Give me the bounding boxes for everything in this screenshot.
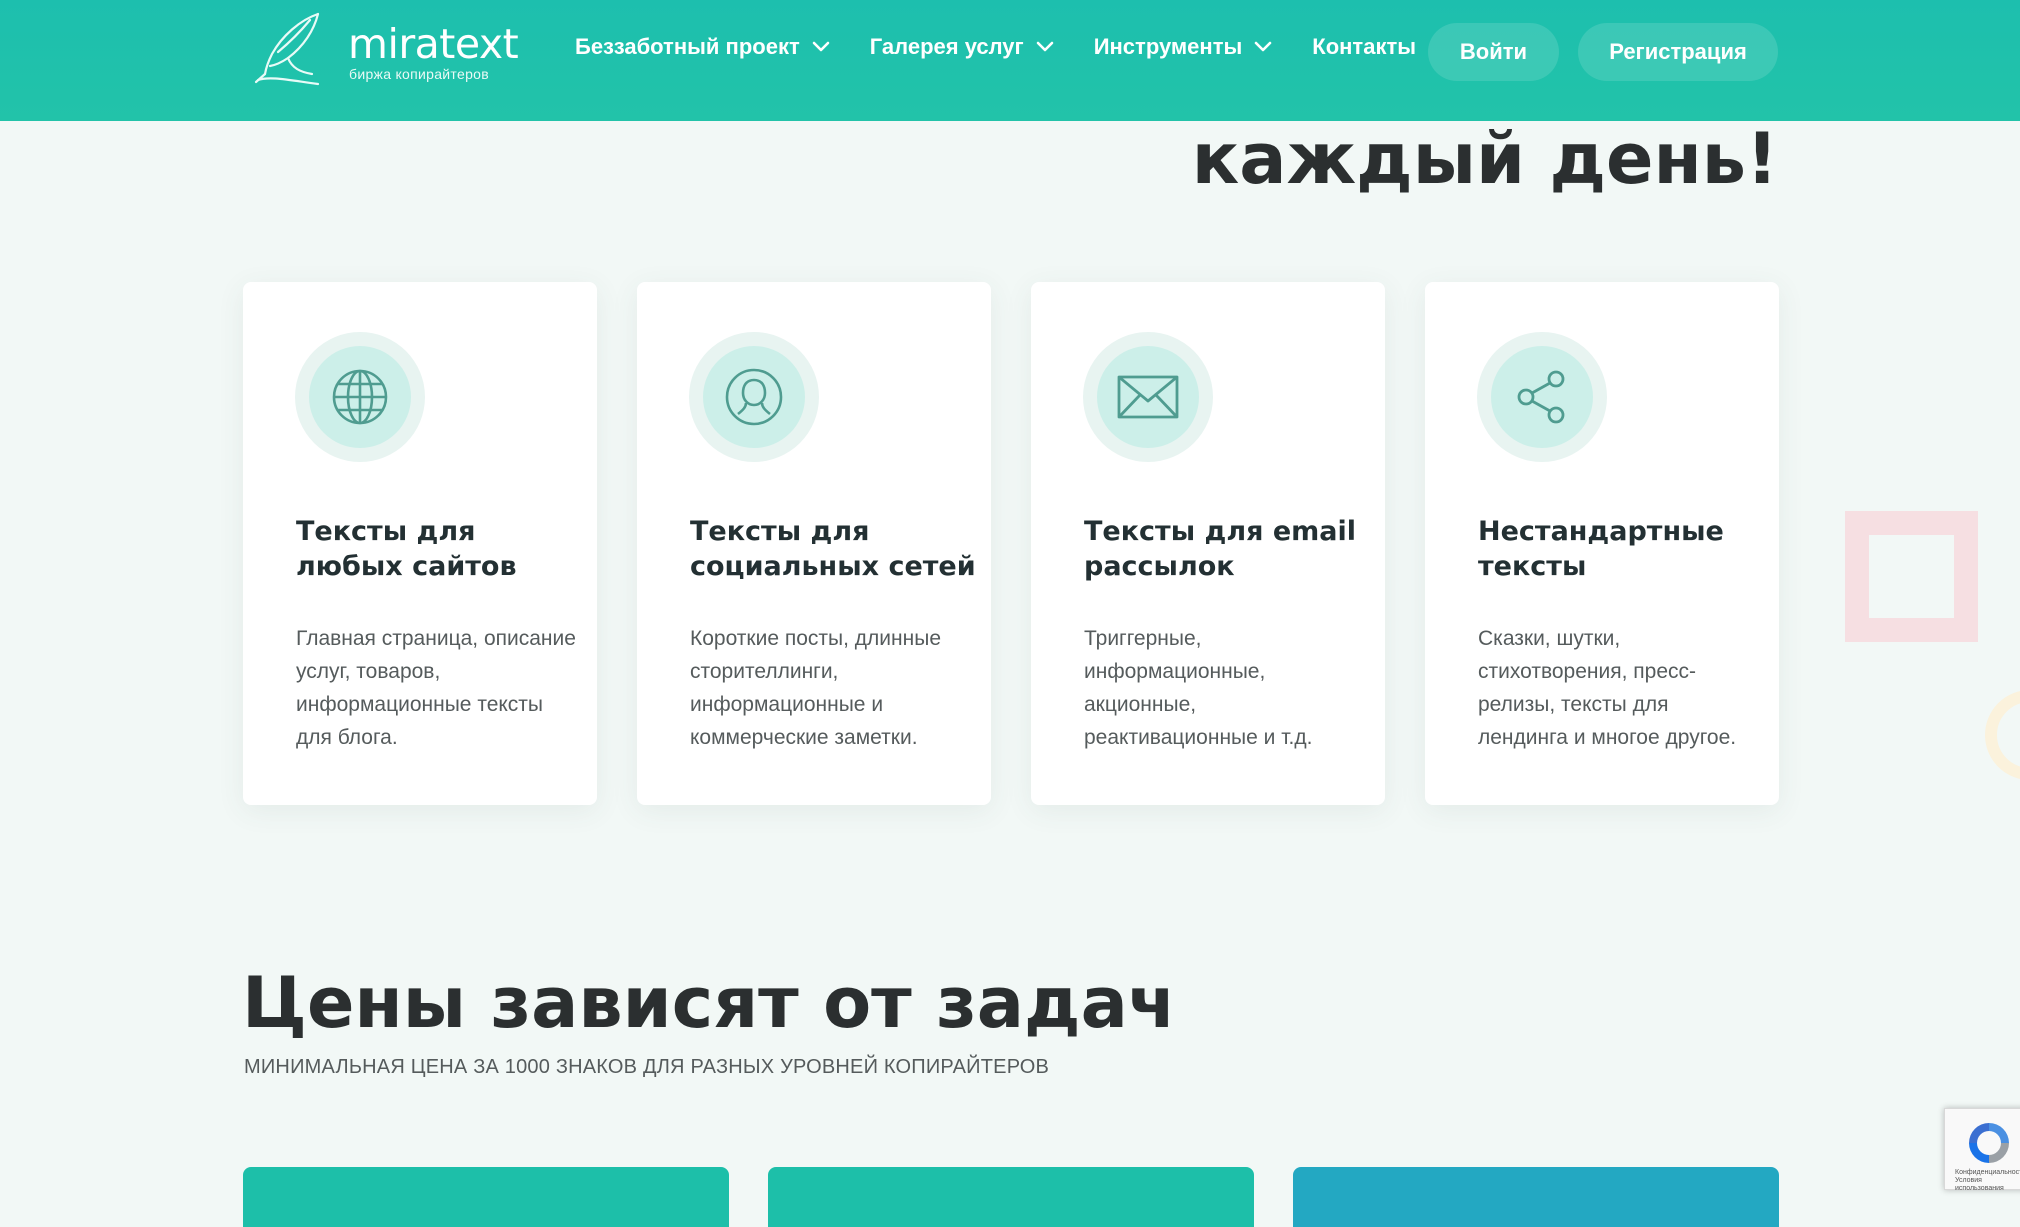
- card-text: Сказки, шутки, стихотворения, пресс-рели…: [1478, 627, 1737, 749]
- hero-heading: каждый день!: [1191, 118, 1778, 200]
- chevron-down-icon: [1036, 41, 1054, 52]
- card-icon-circle: [689, 332, 819, 462]
- logo-name: miratext: [348, 20, 519, 68]
- decorative-square: [1845, 511, 1978, 642]
- card-text: Главная страница, описание услуг, товаро…: [296, 627, 576, 749]
- logo-subtitle: биржа копирайтеров: [349, 66, 489, 82]
- card-icon-circle: [1083, 332, 1213, 462]
- price-card-1: [243, 1167, 729, 1227]
- login-button[interactable]: Войти: [1428, 23, 1559, 81]
- envelope-icon: [1117, 375, 1179, 419]
- card-icon-circle: [1477, 332, 1607, 462]
- nav-item-project[interactable]: Беззаботный проект: [575, 34, 830, 60]
- recaptcha-text: Конфиденциальность - Условия использован…: [1955, 1169, 2020, 1192]
- nav-item-label: Инструменты: [1093, 34, 1243, 59]
- price-card-3: [1293, 1167, 1779, 1227]
- service-card-websites: Тексты для любых сайтов Главная страница…: [243, 282, 597, 805]
- card-title: Нестандартные тексты: [1478, 516, 1724, 582]
- service-card-custom: Нестандартные тексты Сказки, шутки, стих…: [1425, 282, 1779, 805]
- chevron-down-icon: [1254, 41, 1272, 52]
- decorative-ring: [1985, 690, 2020, 780]
- site-header: miratext биржа копирайтеров Беззаботный …: [0, 0, 2020, 121]
- globe-icon: [332, 369, 388, 425]
- nav-item-label: Контакты: [1312, 34, 1417, 59]
- user-icon: [725, 368, 783, 426]
- nav-item-gallery[interactable]: Галерея услуг: [870, 34, 1054, 60]
- card-title: Тексты для email рассылок: [1084, 516, 1357, 582]
- card-text: Короткие посты, длинные сторителлинги, и…: [690, 627, 941, 749]
- service-card-email: Тексты для email рассылок Триггерные, ин…: [1031, 282, 1385, 805]
- recaptcha-badge[interactable]: Конфиденциальность - Условия использован…: [1944, 1108, 2020, 1192]
- card-icon-circle: [295, 332, 425, 462]
- card-title: Тексты для социальных сетей: [690, 516, 976, 582]
- share-icon: [1517, 370, 1565, 424]
- nav-item-tools[interactable]: Инструменты: [1094, 34, 1273, 60]
- card-text: Триггерные, информационные, акционные, р…: [1084, 627, 1313, 749]
- card-title: Тексты для любых сайтов: [296, 516, 517, 582]
- service-card-social: Тексты для социальных сетей Короткие пос…: [637, 282, 991, 805]
- chevron-down-icon: [812, 41, 830, 52]
- recaptcha-icon: [1969, 1123, 2009, 1163]
- pricing-title: Цены зависят от задач: [242, 962, 1176, 1044]
- price-card-2: [768, 1167, 1254, 1227]
- site-logo[interactable]: miratext биржа копирайтеров: [248, 10, 519, 86]
- quill-pen-icon: [254, 12, 320, 86]
- nav-item-contacts[interactable]: Контакты: [1312, 34, 1416, 60]
- nav-item-label: Галерея услуг: [869, 34, 1024, 59]
- register-button[interactable]: Регистрация: [1578, 23, 1778, 81]
- nav-item-label: Беззаботный проект: [575, 34, 800, 59]
- pricing-subtitle: МИНИМАЛЬНАЯ ЦЕНА ЗА 1000 ЗНАКОВ ДЛЯ РАЗН…: [244, 1056, 1050, 1078]
- main-nav: Беззаботный проект Галерея услуг Инструм…: [575, 34, 1456, 60]
